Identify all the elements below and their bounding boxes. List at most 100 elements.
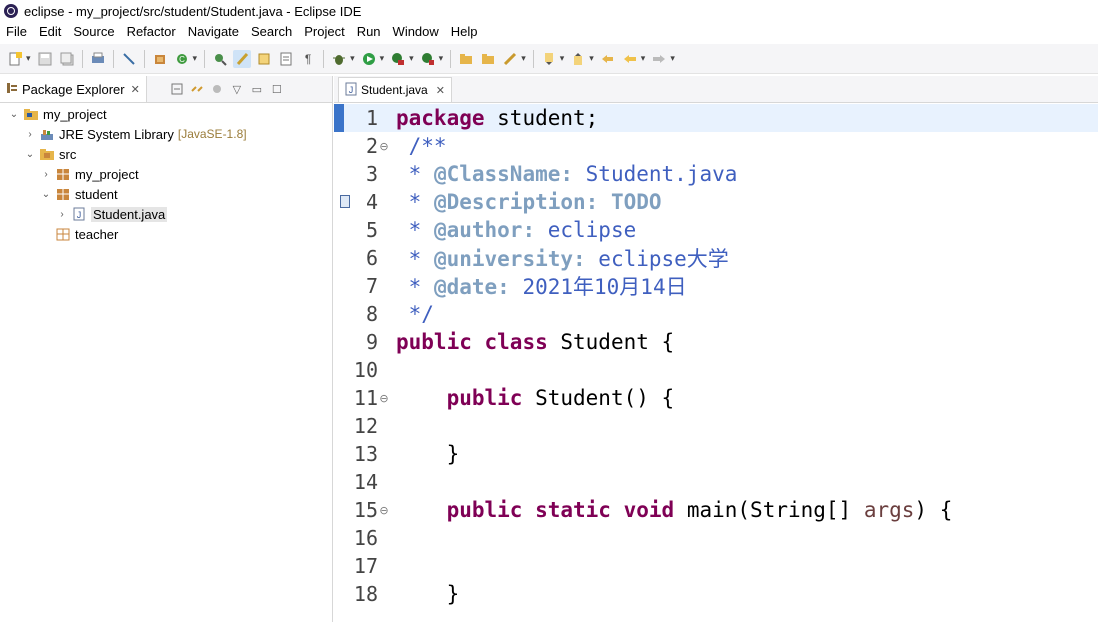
menu-edit[interactable]: Edit: [33, 22, 67, 42]
coverage-icon[interactable]: [389, 50, 407, 68]
open-type-icon[interactable]: [211, 50, 229, 68]
ruler: [334, 412, 348, 440]
tree-item-package-teacher[interactable]: teacher: [0, 224, 332, 244]
fold-minus-icon[interactable]: ⊖: [378, 504, 390, 517]
code-line[interactable]: 8 */: [334, 300, 1098, 328]
new-icon[interactable]: [6, 50, 24, 68]
back-dropdown-icon[interactable]: ▾: [641, 53, 646, 64]
link-with-editor-icon[interactable]: [189, 81, 205, 97]
chevron-right-icon[interactable]: ›: [56, 209, 68, 220]
code-line[interactable]: 3 * @ClassName: Student.java: [334, 160, 1098, 188]
code-line[interactable]: 18 }: [334, 580, 1098, 608]
code-line[interactable]: 10: [334, 356, 1098, 384]
prev-annotation-icon[interactable]: [569, 50, 587, 68]
save-all-icon[interactable]: [58, 50, 76, 68]
menu-project[interactable]: Project: [298, 22, 350, 42]
open-folder-2-icon[interactable]: [479, 50, 497, 68]
line-number: 15: [353, 498, 378, 522]
view-menu-icon[interactable]: ▽: [229, 81, 245, 97]
package-explorer-tab[interactable]: Package Explorer ✕: [0, 76, 147, 102]
chevron-right-icon[interactable]: ›: [24, 129, 36, 140]
close-icon[interactable]: ✕: [436, 84, 445, 97]
code-text: * @Description: TODO: [396, 190, 662, 214]
code-line[interactable]: 6 * @university: eclipse大学: [334, 244, 1098, 272]
ruler: [334, 384, 348, 412]
filters-icon[interactable]: [209, 81, 225, 97]
collapse-all-icon[interactable]: [169, 81, 185, 97]
task-annotation-icon[interactable]: [340, 195, 350, 208]
fold-minus-icon[interactable]: ⊖: [378, 140, 390, 153]
forward-icon[interactable]: [650, 50, 668, 68]
code-line[interactable]: 7 * @date: 2021年10月14日: [334, 272, 1098, 300]
pilcrow-icon[interactable]: ¶: [299, 50, 317, 68]
open-task-list-icon[interactable]: [277, 50, 295, 68]
open-folder-icon[interactable]: [457, 50, 475, 68]
search-dropdown-icon[interactable]: ▾: [521, 53, 526, 64]
chevron-down-icon[interactable]: ⌄: [40, 189, 52, 200]
code-line[interactable]: 15 ⊖ public static void main(String[] ar…: [334, 496, 1098, 524]
new-dropdown-icon[interactable]: ▾: [26, 53, 31, 64]
last-edit-icon[interactable]: [599, 50, 617, 68]
code-line[interactable]: 17: [334, 552, 1098, 580]
toggle-mark-icon[interactable]: [233, 49, 252, 68]
close-icon[interactable]: ✕: [131, 83, 140, 96]
prev-annotation-dropdown-icon[interactable]: ▾: [589, 53, 594, 64]
open-task-icon[interactable]: [255, 50, 273, 68]
code-line[interactable]: 5 * @author: eclipse: [334, 216, 1098, 244]
forward-dropdown-icon[interactable]: ▾: [670, 53, 675, 64]
run-icon[interactable]: [360, 50, 378, 68]
external-tools-icon[interactable]: [419, 50, 437, 68]
chevron-down-icon[interactable]: ⌄: [8, 109, 20, 120]
code-text: public Student() {: [396, 386, 675, 410]
menu-source[interactable]: Source: [67, 22, 120, 42]
code-line[interactable]: 14: [334, 468, 1098, 496]
tree-item-jre-library[interactable]: › JRE System Library [JavaSE-1.8]: [0, 124, 332, 144]
line-number: 1: [365, 106, 378, 130]
code-line[interactable]: 2 ⊖ /**: [334, 132, 1098, 160]
menu-navigate[interactable]: Navigate: [182, 22, 245, 42]
code-line[interactable]: 11 ⊖ public Student() {: [334, 384, 1098, 412]
maximize-icon[interactable]: ☐: [269, 81, 285, 97]
menu-window[interactable]: Window: [387, 22, 445, 42]
code-line[interactable]: 4 * @Description: TODO: [334, 188, 1098, 216]
menu-search[interactable]: Search: [245, 22, 298, 42]
next-annotation-dropdown-icon[interactable]: ▾: [560, 53, 565, 64]
refresh-dropdown-icon[interactable]: ▾: [193, 53, 198, 64]
chevron-right-icon[interactable]: ›: [40, 169, 52, 180]
debug-dropdown-icon[interactable]: ▾: [350, 53, 355, 64]
save-icon[interactable]: [36, 50, 54, 68]
fold-minus-icon[interactable]: ⊖: [378, 392, 390, 405]
package-explorer-view: Package Explorer ✕ ▽ ▭ ☐ ⌄ my_project › …: [0, 76, 333, 622]
new-java-package-icon[interactable]: [151, 50, 169, 68]
next-annotation-icon[interactable]: [540, 50, 558, 68]
tree-item-package-my-project[interactable]: › my_project: [0, 164, 332, 184]
code-editor[interactable]: 1 package student; 2 ⊖ /** 3 * @ClassNam…: [334, 104, 1098, 622]
print-icon[interactable]: [89, 50, 107, 68]
tree-item-student-java[interactable]: › J Student.java: [0, 204, 332, 224]
code-line[interactable]: 1 package student;: [334, 104, 1098, 132]
search-icon[interactable]: [501, 50, 519, 68]
toolbar-separator: [112, 49, 114, 68]
minimize-icon[interactable]: ▭: [249, 81, 265, 97]
back-icon[interactable]: [621, 50, 639, 68]
tree-item-package-student[interactable]: ⌄ student: [0, 184, 332, 204]
external-tools-dropdown-icon[interactable]: ▾: [439, 53, 444, 64]
svg-text:J: J: [349, 85, 354, 95]
menu-run[interactable]: Run: [351, 22, 387, 42]
coverage-dropdown-icon[interactable]: ▾: [409, 53, 414, 64]
debug-icon[interactable]: [330, 50, 348, 68]
refresh-icon[interactable]: C: [173, 50, 191, 68]
tree-item-src[interactable]: ⌄ src: [0, 144, 332, 164]
run-dropdown-icon[interactable]: ▾: [380, 53, 385, 64]
code-line[interactable]: 12: [334, 412, 1098, 440]
tree-item-my-project[interactable]: ⌄ my_project: [0, 104, 332, 124]
code-line[interactable]: 13 }: [334, 440, 1098, 468]
editor-tab-student-java[interactable]: J Student.java ✕: [338, 77, 452, 102]
code-line[interactable]: 9 public class Student {: [334, 328, 1098, 356]
chevron-down-icon[interactable]: ⌄: [24, 149, 36, 160]
menu-help[interactable]: Help: [445, 22, 484, 42]
code-line[interactable]: 16: [334, 524, 1098, 552]
menu-file[interactable]: File: [0, 22, 33, 42]
menu-refactor[interactable]: Refactor: [121, 22, 182, 42]
debug-skip-icon[interactable]: [120, 50, 138, 68]
